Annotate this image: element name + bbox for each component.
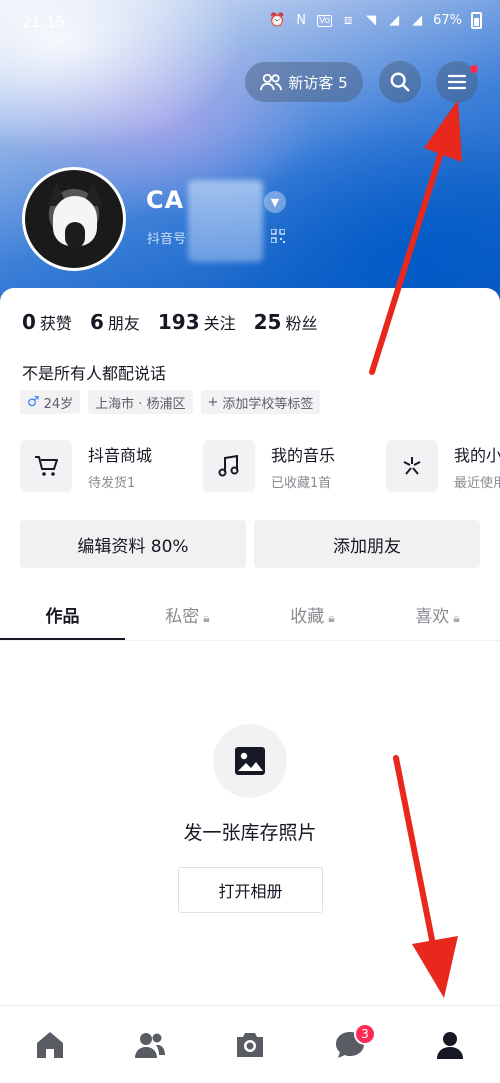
friends-icon	[135, 1032, 165, 1058]
profile-actions: 编辑资料 80% 添加朋友	[20, 520, 480, 568]
tab-label: 私密	[165, 607, 200, 627]
shortcut-mini-program[interactable]: 我的小 最近使用	[386, 440, 500, 492]
open-album-button[interactable]: 打开相册	[178, 867, 323, 913]
lock-icon: 🔒︎	[203, 611, 210, 625]
tab-favorites[interactable]: 收藏 🔒︎	[250, 592, 375, 640]
avatar[interactable]	[22, 167, 126, 271]
signal-4g-icon: ◢	[389, 13, 400, 28]
nav-home[interactable]	[20, 1015, 80, 1075]
username[interactable]: CA	[146, 186, 184, 214]
location-tag-label: 上海市 · 杨浦区	[95, 396, 186, 412]
stat-label: 关注	[203, 314, 236, 333]
tab-label: 作品	[45, 607, 80, 627]
shortcut-title: 我的小	[454, 445, 500, 465]
nav-me[interactable]	[420, 1015, 480, 1075]
add-school-tag-label: 添加学校等标签	[222, 396, 314, 412]
tab-works[interactable]: 作品	[0, 592, 125, 640]
signal-4g-icon: ◢	[412, 13, 423, 28]
nav-messages[interactable]: 3	[320, 1015, 380, 1075]
stat-label: 朋友	[107, 314, 140, 333]
avatar-mouth	[65, 222, 85, 248]
bottom-nav: 3	[0, 1005, 500, 1083]
volte-icon: Vo	[317, 14, 333, 27]
douyin-id-label[interactable]: 抖音号	[147, 228, 186, 247]
shortcut-title: 我的音乐	[271, 445, 336, 465]
profile-bio[interactable]: 不是所有人都配说话	[22, 360, 166, 384]
stat-label: 粉丝	[285, 314, 318, 333]
empty-state-text: 发一张库存照片	[183, 822, 317, 844]
nfc-icon: N	[296, 13, 306, 28]
stat-following[interactable]: 193 关注	[158, 310, 236, 334]
mini-program-icon	[386, 440, 438, 492]
tab-label: 收藏	[290, 607, 325, 627]
wifi-icon: ◥	[366, 13, 377, 28]
menu-icon	[447, 74, 467, 90]
lock-icon: 🔒︎	[453, 611, 460, 625]
image-icon	[213, 724, 287, 798]
qr-code-icon[interactable]	[271, 229, 285, 243]
location-tag[interactable]: 上海市 · 杨浦区	[88, 390, 193, 414]
cart-icon	[20, 440, 72, 492]
profile-shortcuts: 抖音商城 待发货1 我的音乐 已收藏1首 我的小 最近使用	[20, 440, 500, 492]
messages-badge: 3	[354, 1022, 376, 1045]
nav-camera[interactable]	[220, 1015, 280, 1075]
status-bar: 21:15 ⏰ N Vo ⧈ ◥ ◢ ◢ 67%	[0, 0, 500, 44]
camera-icon	[237, 1032, 263, 1057]
content-tabs: 作品 私密 🔒︎ 收藏 🔒︎ 喜欢 🔒︎	[0, 592, 500, 640]
new-visitors-label: 新访客 5	[288, 73, 348, 92]
add-friend-button[interactable]: 添加朋友	[254, 520, 480, 568]
new-visitors-button[interactable]: 新访客 5	[245, 62, 363, 102]
stat-number: 6	[89, 310, 104, 334]
visitors-icon	[260, 73, 283, 91]
status-time: 21:15	[22, 13, 66, 31]
search-button[interactable]	[379, 61, 421, 103]
age-tag[interactable]: ♂ 24岁	[20, 390, 81, 414]
battery-icon	[471, 12, 482, 29]
shortcut-title: 抖音商城	[88, 445, 153, 465]
stat-number: 0	[22, 310, 36, 334]
shortcut-shop[interactable]: 抖音商城 待发货1	[20, 440, 189, 492]
vibrate-icon: ⧈	[343, 13, 353, 28]
male-icon: ♂	[27, 394, 40, 410]
home-icon	[37, 1031, 63, 1058]
stat-number: 25	[253, 310, 282, 334]
stat-friends[interactable]: 6 朋友	[90, 310, 140, 334]
plus-icon: +	[207, 394, 219, 410]
age-tag-label: 24岁	[43, 396, 74, 412]
music-note-icon	[203, 440, 255, 492]
stat-label: 获赞	[39, 314, 72, 333]
shortcut-subtitle: 待发货1	[88, 475, 136, 491]
nav-friends[interactable]	[120, 1015, 180, 1075]
profile-tags: ♂ 24岁 上海市 · 杨浦区 + 添加学校等标签	[20, 390, 321, 414]
username-blurred	[188, 180, 263, 262]
stat-number: 193	[157, 310, 200, 334]
shortcut-subtitle: 已收藏1首	[271, 475, 332, 491]
tab-private[interactable]: 私密 🔒︎	[125, 592, 250, 640]
add-school-tag[interactable]: + 添加学校等标签	[200, 390, 321, 414]
status-icons: ⏰ N Vo ⧈ ◥ ◢ ◢ 67%	[269, 12, 482, 29]
edit-profile-button[interactable]: 编辑资料 80%	[20, 520, 246, 568]
lock-icon: 🔒︎	[328, 611, 335, 625]
battery-percent: 67%	[433, 13, 462, 28]
shortcut-music[interactable]: 我的音乐 已收藏1首	[203, 440, 372, 492]
tab-likes[interactable]: 喜欢 🔒︎	[375, 592, 500, 640]
profile-stats: 0 获赞 6 朋友 193 关注 25 粉丝	[22, 310, 318, 334]
stat-followers[interactable]: 25 粉丝	[254, 310, 318, 334]
account-switch-icon[interactable]: ▼	[264, 191, 286, 213]
tab-label: 喜欢	[415, 607, 450, 627]
menu-notification-dot	[470, 65, 478, 73]
tab-divider	[0, 640, 500, 641]
shortcut-subtitle: 最近使用	[454, 475, 500, 491]
alarm-icon: ⏰	[268, 13, 286, 28]
stat-likes[interactable]: 0 获赞	[22, 310, 72, 334]
profile-icon	[437, 1031, 463, 1059]
search-icon	[390, 72, 410, 92]
